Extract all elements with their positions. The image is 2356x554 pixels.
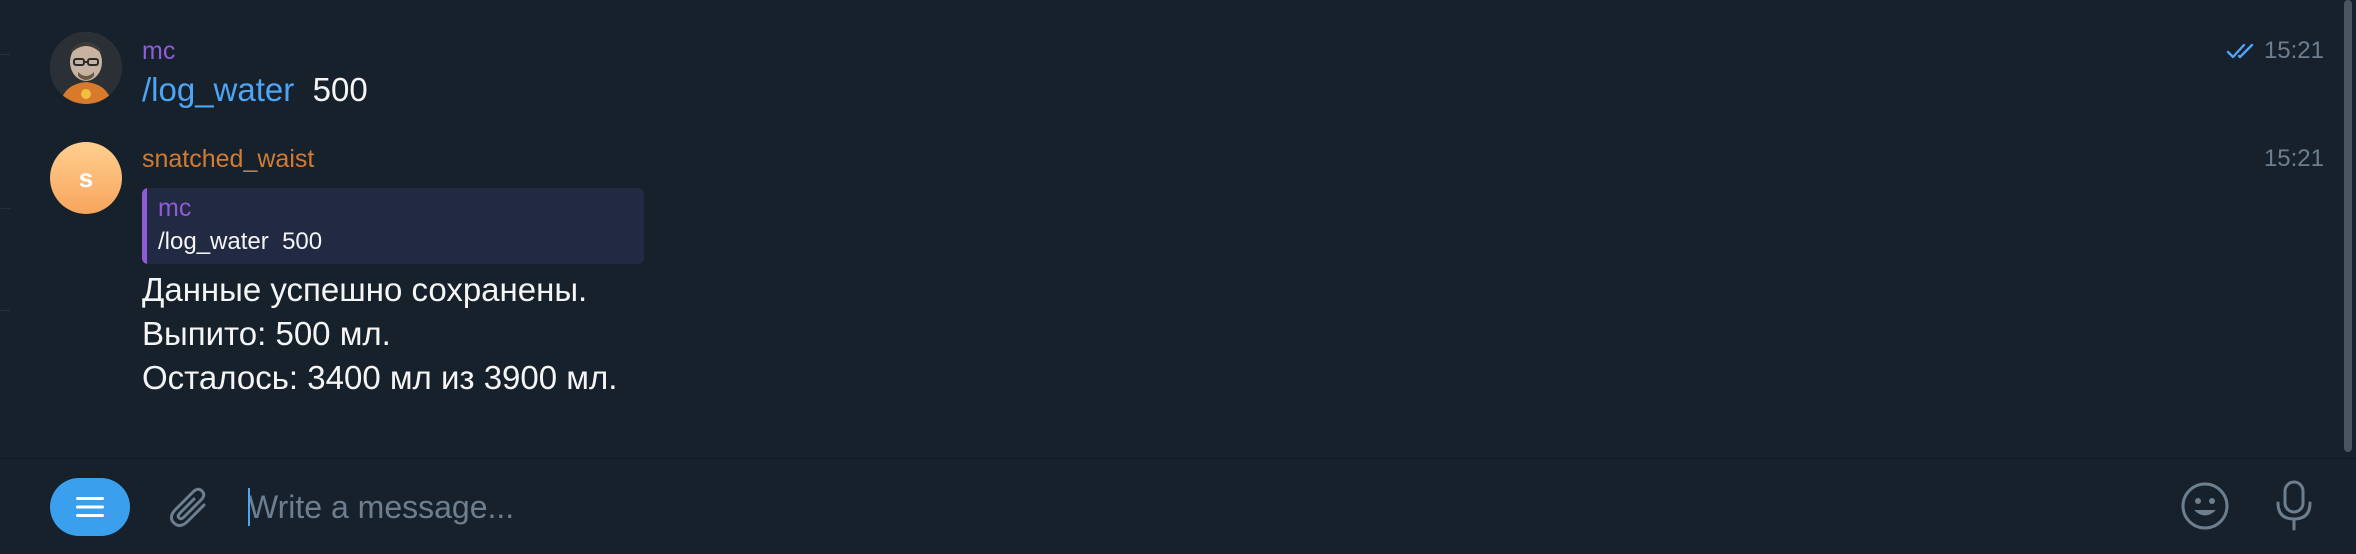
text-caret [248,488,250,526]
reply-text: /log_water 500 [158,228,323,255]
message-list[interactable]: mc 15:21 /log_water 500 s snatched_waist… [0,0,2356,458]
avatar[interactable]: s [50,142,122,214]
message-input[interactable] [248,481,2148,533]
sender-name[interactable]: snatched_waist [142,144,314,174]
reply-sender: mc [158,194,192,222]
bot-menu-button[interactable] [50,478,130,536]
composer [0,459,2356,554]
message-time: 15:21 [2264,144,2324,174]
emoji-icon[interactable] [2180,481,2230,531]
message-text: Данные успешно сохранены. Выпито: 500 мл… [142,268,617,400]
reply-quote[interactable]: mc /log_water 500 [142,188,644,264]
menu-icon [76,497,104,517]
time-label: 15:21 [2263,145,2324,172]
microphone-icon[interactable] [2270,479,2318,533]
message-line: Выпито: 500 мл. [142,315,391,352]
chat-window: mc 15:21 /log_water 500 s snatched_waist… [0,0,2356,554]
message-snatched-waist[interactable]: s snatched_waist 15:21 mc /log_water 500… [0,0,2330,420]
scrollbar[interactable] [2344,0,2352,452]
message-line: Осталось: 3400 мл из 3900 мл. [142,359,618,396]
reply-bar [142,188,147,264]
paperclip-icon[interactable] [166,485,212,531]
message-line: Данные успешно сохранены. [142,271,588,308]
